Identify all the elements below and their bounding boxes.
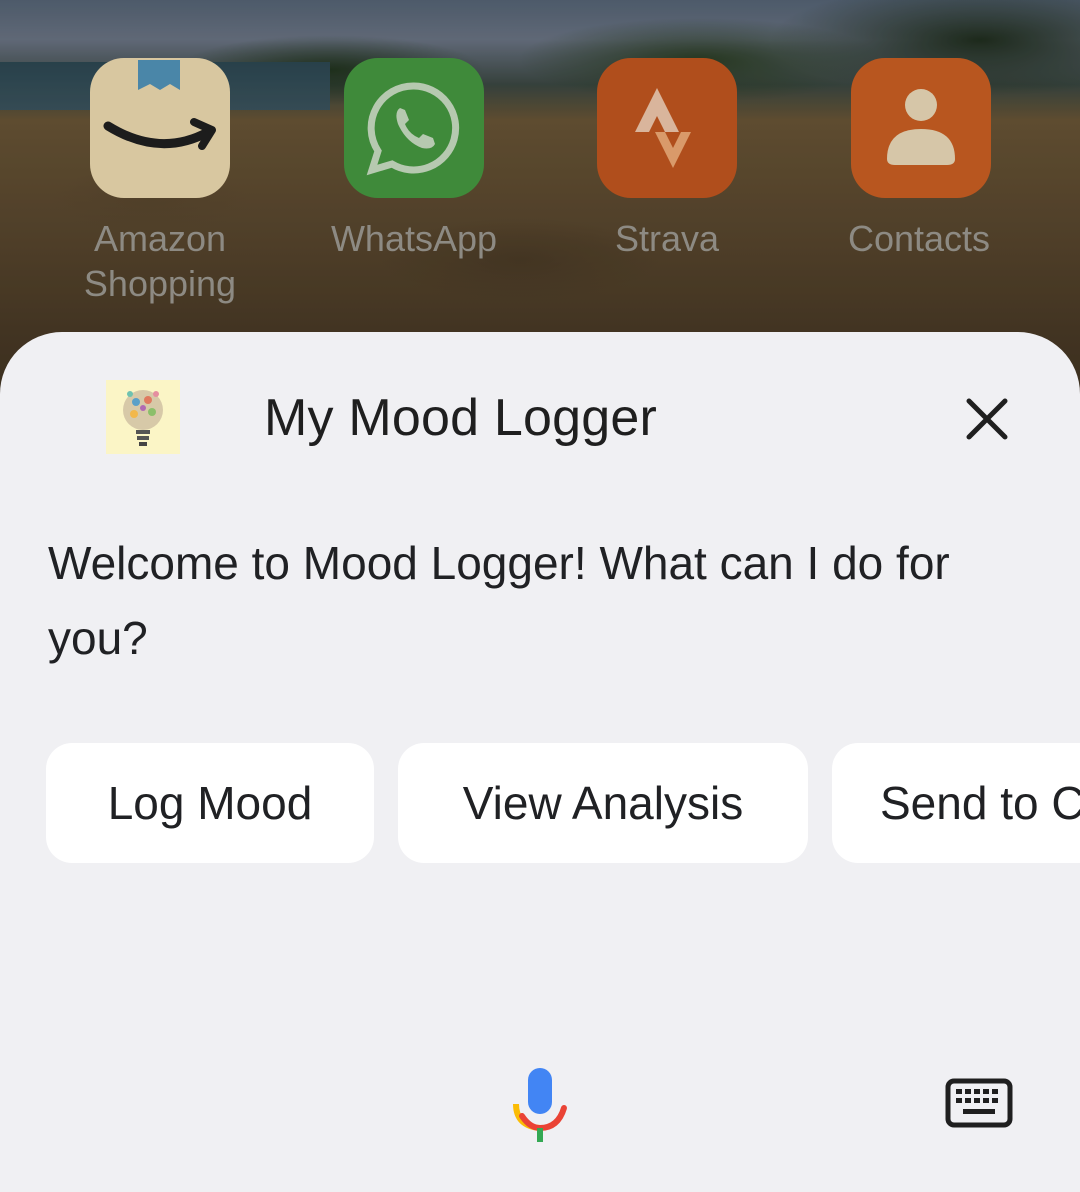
app-label-contacts: Contacts bbox=[847, 218, 991, 259]
app-label-strava: Strava bbox=[614, 218, 720, 259]
suggestion-chip-send-to[interactable]: Send to C bbox=[832, 743, 1080, 863]
contacts-app[interactable] bbox=[851, 58, 991, 198]
keyboard-button[interactable] bbox=[945, 1078, 1013, 1130]
strava-icon bbox=[635, 88, 691, 168]
microphone-icon bbox=[513, 1068, 567, 1142]
close-button[interactable] bbox=[952, 384, 1022, 454]
contacts-person-icon bbox=[887, 89, 955, 165]
sheet-title: My Mood Logger bbox=[264, 389, 658, 447]
suggestion-chip-view-analysis[interactable]: View Analysis bbox=[398, 743, 808, 863]
amazon-smile-icon bbox=[103, 60, 216, 150]
suggestion-chip-log-mood[interactable]: Log Mood bbox=[46, 743, 374, 863]
whatsapp-app[interactable] bbox=[344, 58, 484, 198]
keyboard-icon bbox=[945, 1078, 1013, 1128]
lightbulb-logo-icon bbox=[106, 380, 180, 454]
app-label-amazon: Amazon Shopping bbox=[83, 218, 237, 304]
microphone-button[interactable] bbox=[508, 1064, 572, 1148]
app-label-whatsapp: WhatsApp bbox=[330, 218, 498, 259]
assistant-bottom-sheet: My Mood Logger Welcome to Mood Logger! W… bbox=[0, 332, 1080, 1192]
amazon-shopping-app[interactable] bbox=[90, 58, 230, 198]
close-icon bbox=[966, 398, 1008, 440]
whatsapp-icon bbox=[366, 82, 460, 176]
assistant-message: Welcome to Mood Logger! What can I do fo… bbox=[48, 537, 950, 664]
strava-app[interactable] bbox=[597, 58, 737, 198]
